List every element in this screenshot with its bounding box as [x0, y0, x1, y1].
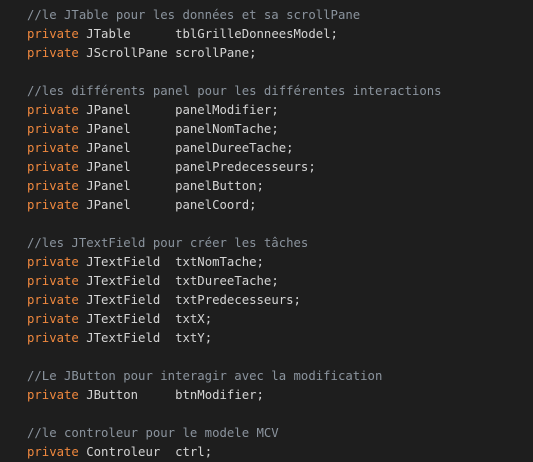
code-line: private JPanel panelButton; [0, 177, 533, 196]
code-identifier: panelDureeTache; [175, 141, 294, 155]
code-keyword: private [27, 388, 79, 402]
code-line: private JPanel panelPredecesseurs; [0, 158, 533, 177]
code-keyword: private [27, 255, 79, 269]
code-line: private JTextField txtNomTache; [0, 253, 533, 272]
code-type: JTable [86, 27, 131, 41]
code-keyword: private [27, 331, 79, 345]
code-line: private JTable tblGrilleDonneesModel; [0, 25, 533, 44]
code-line: private Controleur ctrl; [0, 443, 533, 462]
code-identifier: panelButton; [175, 179, 264, 193]
code-identifier: tblGrilleDonneesModel; [175, 27, 338, 41]
code-keyword: private [27, 445, 79, 459]
code-line: private JPanel panelDureeTache; [0, 139, 533, 158]
code-line: //les différents panel pour les différen… [0, 82, 533, 101]
code-type: JTextField [86, 293, 161, 307]
code-keyword: private [27, 46, 79, 60]
code-comment: //le JTable pour les données et sa scrol… [27, 8, 361, 22]
code-type: JTextField [86, 312, 161, 326]
code-line: private JPanel panelCoord; [0, 196, 533, 215]
code-comment: //les JTextField pour créer les tâches [27, 236, 309, 250]
code-type: JPanel [86, 198, 131, 212]
code-line: private JTextField txtX; [0, 310, 533, 329]
code-line: //Le JButton pour interagir avec la modi… [0, 367, 533, 386]
code-keyword: private [27, 141, 79, 155]
code-type: JPanel [86, 122, 131, 136]
code-line: //les JTextField pour créer les tâches [0, 234, 533, 253]
code-keyword: private [27, 179, 79, 193]
code-identifier: txtDureeTache; [175, 274, 279, 288]
code-line: private JTextField txtDureeTache; [0, 272, 533, 291]
code-keyword: private [27, 103, 79, 117]
code-type: JTextField [86, 255, 161, 269]
code-comment: //les différents panel pour les différen… [27, 84, 442, 98]
code-line: //le JTable pour les données et sa scrol… [0, 6, 533, 25]
code-identifier: panelModifier; [175, 103, 279, 117]
code-identifier: txtNomTache; [175, 255, 264, 269]
code-identifier: ctrl; [175, 445, 213, 459]
code-keyword: private [27, 198, 79, 212]
code-identifier: btnModifier; [175, 388, 264, 402]
code-type: JTextField [86, 274, 161, 288]
code-line: private JPanel panelNomTache; [0, 120, 533, 139]
code-identifier: panelCoord; [175, 198, 257, 212]
code-identifier: txtX; [175, 312, 213, 326]
code-line: private JPanel panelModifier; [0, 101, 533, 120]
code-line: private JTextField txtPredecesseurs; [0, 291, 533, 310]
code-line: private JButton btnModifier; [0, 386, 533, 405]
code-type: JButton [86, 388, 139, 402]
code-editor[interactable]: //le JTable pour les données et sa scrol… [0, 0, 533, 462]
code-identifier: panelNomTache; [175, 122, 279, 136]
code-line: private JTextField txtY; [0, 329, 533, 348]
code-identifier: scrollPane; [175, 46, 257, 60]
code-comment: //Le JButton pour interagir avec la modi… [27, 369, 383, 383]
code-keyword: private [27, 312, 79, 326]
code-type: JScrollPane [86, 46, 168, 60]
code-identifier: panelPredecesseurs; [175, 160, 316, 174]
code-type: JPanel [86, 179, 131, 193]
code-type: JTextField [86, 331, 161, 345]
code-line: private JScrollPane scrollPane; [0, 44, 533, 63]
code-type: JPanel [86, 103, 131, 117]
code-keyword: private [27, 122, 79, 136]
code-keyword: private [27, 293, 79, 307]
code-keyword: private [27, 274, 79, 288]
code-keyword: private [27, 160, 79, 174]
code-type: Controleur [86, 445, 161, 459]
code-comment: //le controleur pour le modele MCV [27, 426, 279, 440]
code-line: //le controleur pour le modele MCV [0, 424, 533, 443]
code-type: JPanel [86, 160, 131, 174]
code-identifier: txtY; [175, 331, 213, 345]
code-type: JPanel [86, 141, 131, 155]
code-identifier: txtPredecesseurs; [175, 293, 301, 307]
code-keyword: private [27, 27, 79, 41]
